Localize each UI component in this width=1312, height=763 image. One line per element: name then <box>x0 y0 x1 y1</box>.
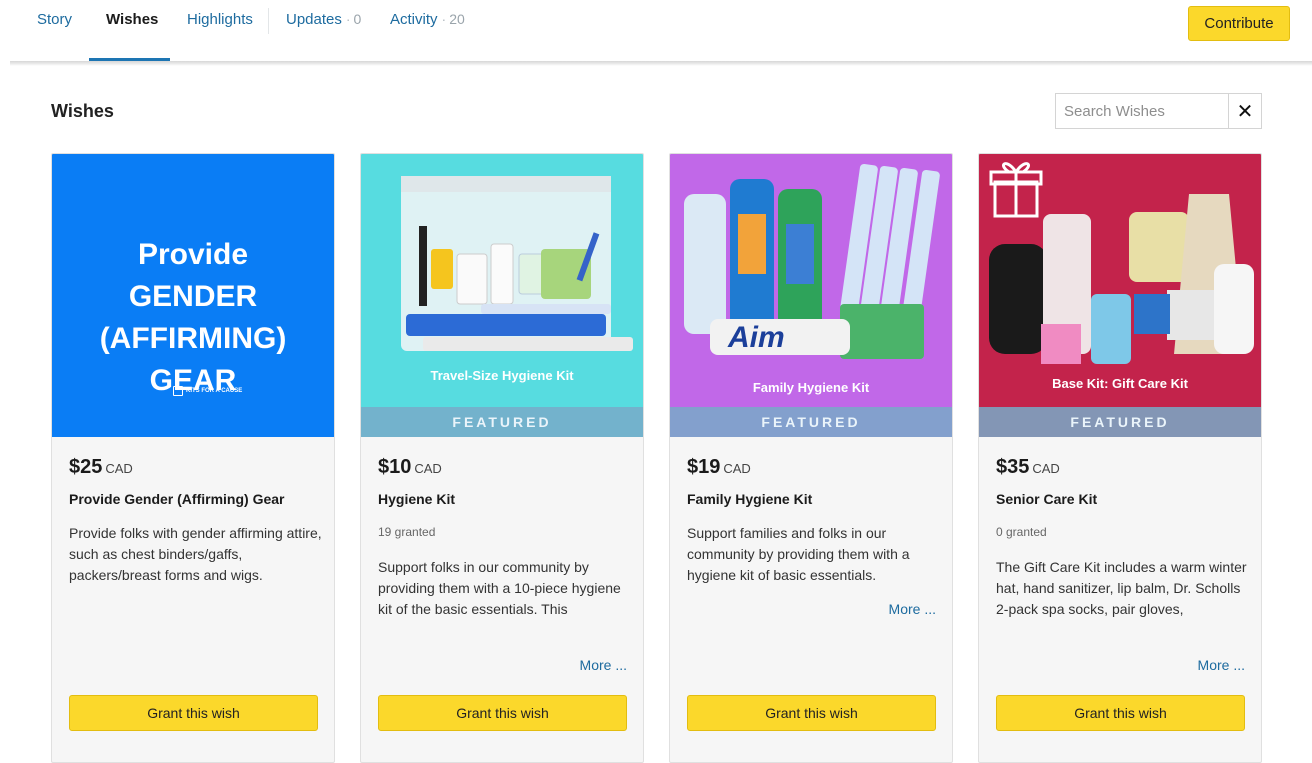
wish-image-caption: Travel-Size Hygiene Kit <box>430 368 574 383</box>
price-amount: $25 <box>69 456 103 478</box>
more-link[interactable]: More ... <box>580 657 627 673</box>
tab-label: Activity <box>390 11 438 28</box>
bag-icon <box>173 386 183 396</box>
wish-description: The Gift Care Kit includes a warm winter… <box>996 559 1247 617</box>
price-amount: $35 <box>996 456 1030 478</box>
grant-wish-button[interactable]: Grant this wish <box>687 695 936 731</box>
grant-wish-button[interactable]: Grant this wish <box>996 695 1245 731</box>
price-currency: CAD <box>1032 461 1060 476</box>
wish-title: Senior Care Kit <box>996 491 1098 507</box>
senior-kit-illustration <box>989 162 1254 364</box>
wish-image-caption: Base Kit: Gift Care Kit <box>1052 376 1188 391</box>
wish-title: Hygiene Kit <box>378 491 456 507</box>
clear-search-button[interactable]: ✕ <box>1228 93 1262 129</box>
wish-image-caption: Family Hygiene Kit <box>752 380 870 395</box>
tab-divider <box>268 8 269 34</box>
featured-badge: FEATURED <box>979 407 1261 437</box>
svg-text:Aim: Aim <box>727 321 785 354</box>
tab-count: 20 <box>442 11 465 27</box>
wish-card: Aim Family Hygiene Kit FEATURED $19 CAD F… <box>669 153 953 763</box>
price-currency: CAD <box>105 461 133 476</box>
wish-price: $19 CAD <box>687 456 751 479</box>
hygiene-kit-illustration <box>401 176 633 351</box>
wish-price: $25 CAD <box>69 456 133 479</box>
wish-image[interactable]: Travel-Size Hygiene Kit FEATURED <box>361 154 643 437</box>
wish-price: $35 CAD <box>996 456 1060 479</box>
featured-badge: FEATURED <box>670 407 952 437</box>
more-link[interactable]: More ... <box>1198 657 1245 673</box>
featured-badge: FEATURED <box>361 407 643 437</box>
price-currency: CAD <box>723 461 751 476</box>
wish-card: Provide GENDER (AFFIRMING) GEAR KITS FOR… <box>51 153 335 763</box>
tab-bar: Story Wishes Highlights Updates0 Activit… <box>0 0 1312 66</box>
search-wishes-input[interactable] <box>1055 93 1229 129</box>
tab-label: Story <box>37 11 73 28</box>
price-amount: $19 <box>687 456 721 478</box>
tab-story[interactable]: Story <box>37 11 72 28</box>
granted-count: 0 granted <box>996 525 1047 539</box>
brand-logo-text: KITS FOR A CAUSE <box>186 388 243 394</box>
tab-updates[interactable]: Updates0 <box>286 11 361 28</box>
close-icon: ✕ <box>1236 100 1254 123</box>
wish-card: Travel-Size Hygiene Kit FEATURED $10 CAD … <box>360 153 644 763</box>
wish-title: Family Hygiene Kit <box>687 491 813 507</box>
tab-label: Updates <box>286 11 342 28</box>
wish-description: Support families and folks in our commun… <box>687 525 910 583</box>
nav-divider <box>10 61 1312 66</box>
price-amount: $10 <box>378 456 412 478</box>
tab-label: Highlights <box>187 11 253 28</box>
grant-wish-button[interactable]: Grant this wish <box>69 695 318 731</box>
more-link[interactable]: More ... <box>889 601 936 617</box>
tab-highlights[interactable]: Highlights <box>187 11 253 28</box>
wish-image[interactable]: Base Kit: Gift Care Kit FEATURED <box>979 154 1261 437</box>
contribute-button[interactable]: Contribute <box>1188 6 1290 41</box>
wish-image-headline: Provide GENDER (AFFIRMING) GEAR <box>99 238 287 397</box>
tab-wishes[interactable]: Wishes <box>106 11 158 28</box>
section-title: Wishes <box>51 101 114 121</box>
wish-title: Provide Gender (Affirming) Gear <box>69 491 285 507</box>
grant-wish-button[interactable]: Grant this wish <box>378 695 627 731</box>
wish-price: $10 CAD <box>378 456 442 479</box>
wish-card: Base Kit: Gift Care Kit FEATURED $35 CAD … <box>978 153 1262 763</box>
wish-description: Support folks in our community by provid… <box>378 559 621 617</box>
tab-count: 0 <box>346 11 361 27</box>
price-currency: CAD <box>414 461 442 476</box>
tab-activity[interactable]: Activity20 <box>390 11 465 28</box>
tab-label: Wishes <box>106 11 159 28</box>
wish-image[interactable]: Aim Family Hygiene Kit FEATURED <box>670 154 952 437</box>
granted-count: 19 granted <box>378 525 436 539</box>
gift-icon <box>989 162 1043 218</box>
wish-description: Provide folks with gender affirming atti… <box>69 525 322 583</box>
wish-image[interactable]: Provide GENDER (AFFIRMING) GEAR KITS FOR… <box>52 154 334 437</box>
